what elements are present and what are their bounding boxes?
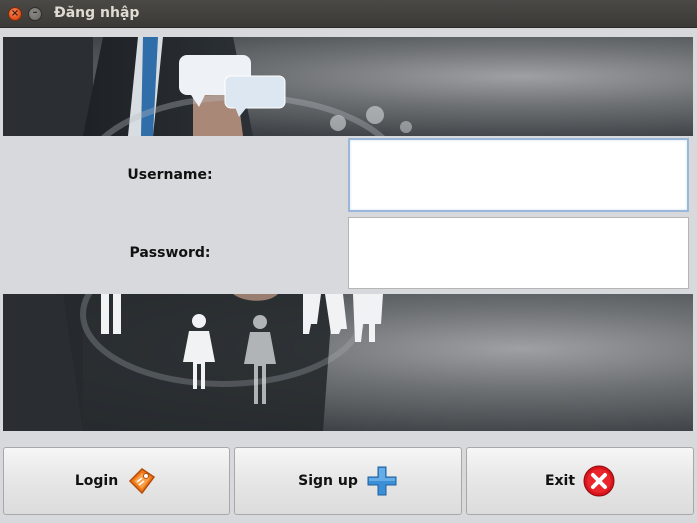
window-title: Đăng nhập bbox=[54, 5, 140, 21]
banner-image-top bbox=[3, 37, 693, 136]
plus-icon bbox=[366, 465, 398, 497]
username-field[interactable] bbox=[348, 138, 689, 212]
close-circle-icon bbox=[583, 465, 615, 497]
key-tag-icon bbox=[126, 465, 158, 497]
login-button-label: Login bbox=[74, 473, 119, 489]
window-minimize-button[interactable]: – bbox=[28, 7, 42, 21]
banner-illustration-top bbox=[3, 37, 412, 136]
password-field[interactable] bbox=[348, 217, 689, 289]
login-button[interactable]: Login bbox=[3, 447, 230, 515]
banner-image-bottom bbox=[3, 294, 693, 431]
login-form: Username: Password: bbox=[0, 136, 697, 294]
window-close-button[interactable]: × bbox=[8, 7, 22, 21]
exit-button[interactable]: Exit bbox=[466, 447, 694, 515]
window-titlebar: × – Đăng nhập bbox=[0, 0, 697, 28]
signup-button-label: Sign up bbox=[298, 473, 358, 489]
exit-button-label: Exit bbox=[544, 473, 576, 489]
password-label: Password: bbox=[129, 245, 211, 261]
banner-illustration-bottom bbox=[3, 294, 383, 431]
minimize-icon: – bbox=[32, 7, 38, 18]
signup-button[interactable]: Sign up bbox=[234, 447, 462, 515]
username-label: Username: bbox=[127, 167, 213, 183]
close-icon: × bbox=[10, 8, 20, 19]
